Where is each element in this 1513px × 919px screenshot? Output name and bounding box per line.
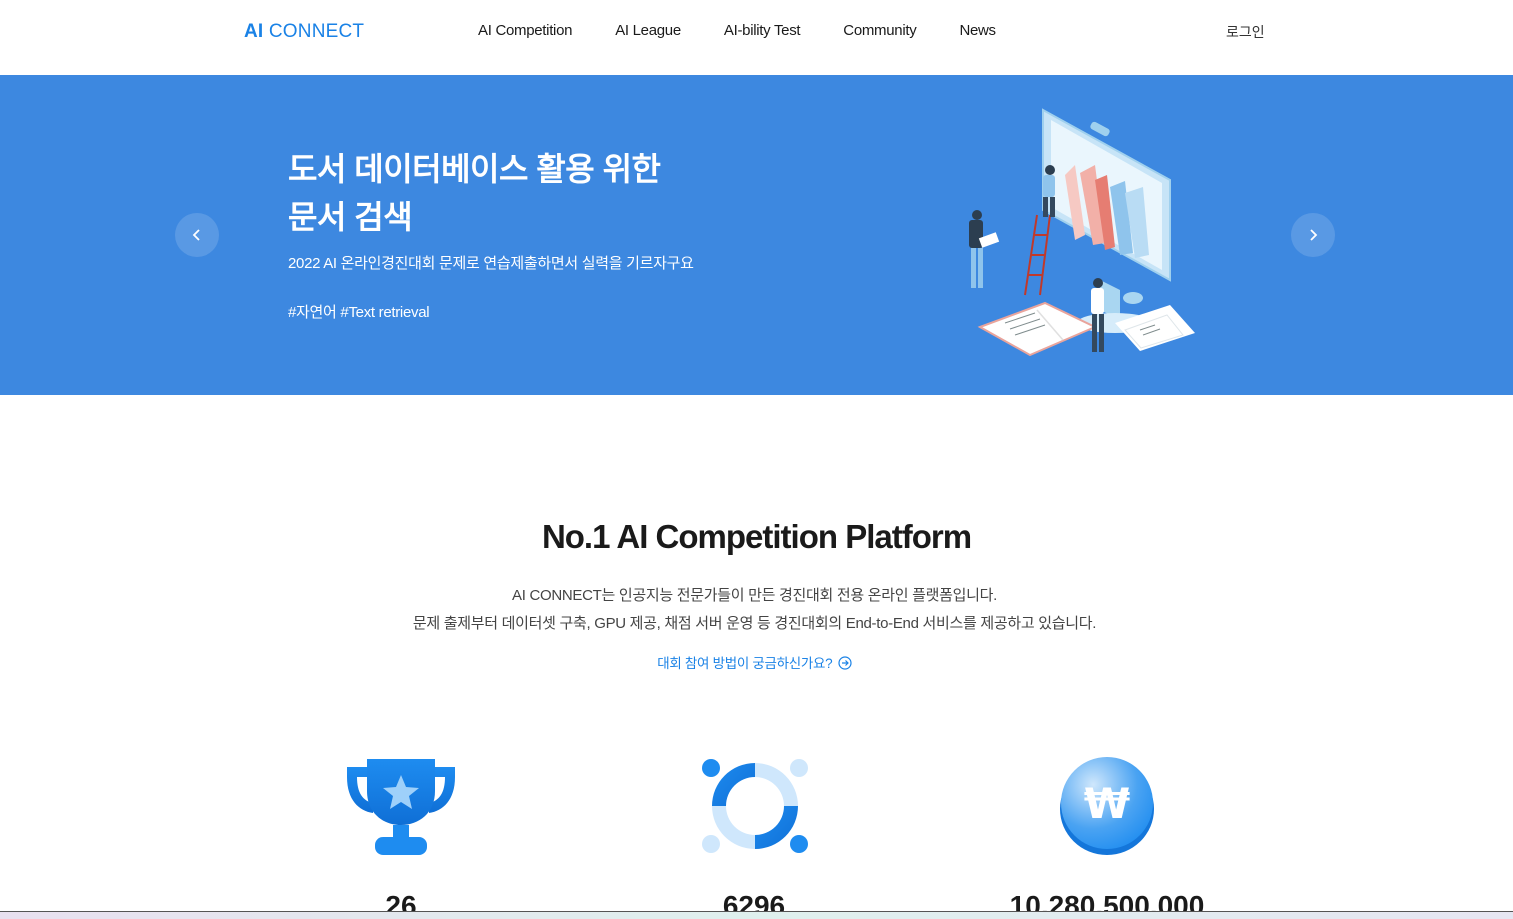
logo-ai-text: AI (244, 21, 264, 42)
top-header: AI CONNECT AI Competition AI League AI-b… (0, 0, 1513, 75)
svg-text:₩: ₩ (1084, 779, 1130, 828)
nav-ai-competition[interactable]: AI Competition (478, 22, 572, 39)
chevron-left-icon (192, 229, 200, 241)
how-to-participate-link[interactable]: 대회 참여 방법이 궁금하신가요? (0, 652, 1509, 672)
bottom-bar (0, 911, 1513, 919)
arrow-right-circle-icon (838, 656, 852, 670)
nav-community[interactable]: Community (843, 22, 916, 39)
nav-ai-bility-test[interactable]: AI-bility Test (724, 22, 801, 39)
chevron-right-icon (1310, 229, 1318, 241)
carousel-next-button[interactable] (1291, 213, 1335, 257)
trophy-icon (347, 759, 455, 855)
carousel-prev-button[interactable] (175, 213, 219, 257)
how-to-participate-text: 대회 참여 방법이 궁금하신가요? (657, 656, 833, 671)
platform-desc-line1: AI CONNECT는 인공지능 전문가들이 만든 경진대회 전용 온라인 플랫… (512, 587, 997, 604)
platform-description: AI CONNECT는 인공지능 전문가들이 만든 경진대회 전용 온라인 플랫… (0, 582, 1509, 638)
platform-title: No.1 AI Competition Platform (541, 518, 972, 555)
main-nav: AI Competition AI League AI-bility Test … (478, 22, 1039, 39)
nav-news[interactable]: News (959, 22, 996, 39)
logo-connect-text: CONNECT (268, 21, 365, 42)
hero-banner: 도서 데이터베이스 활용 위한 문서 검색 2022 AI 온라인경진대회 문제… (0, 75, 1513, 395)
nav-ai-league[interactable]: AI League (615, 22, 681, 39)
library-illustration (969, 108, 1195, 357)
platform-desc-line2: 문제 출제부터 데이터셋 구축, GPU 제공, 채점 서버 운영 등 경진대회… (412, 615, 1097, 632)
hero-description: 2022 AI 온라인경진대회 문제로 연습제출하면서 실력을 기르자구요 (288, 255, 694, 272)
won-coin-icon: ₩ (1060, 757, 1154, 855)
hero-title-line2: 문서 검색 (288, 199, 413, 235)
hero-title-line1: 도서 데이터베이스 활용 위한 (288, 151, 661, 187)
logo[interactable]: AI CONNECT (244, 21, 364, 43)
people-connect-icon (702, 759, 808, 853)
login-link[interactable]: 로그인 (1226, 22, 1265, 42)
hero-tags: #자연어 #Text retrieval (288, 304, 430, 321)
hero-title: 도서 데이터베이스 활용 위한 문서 검색 (288, 145, 748, 241)
